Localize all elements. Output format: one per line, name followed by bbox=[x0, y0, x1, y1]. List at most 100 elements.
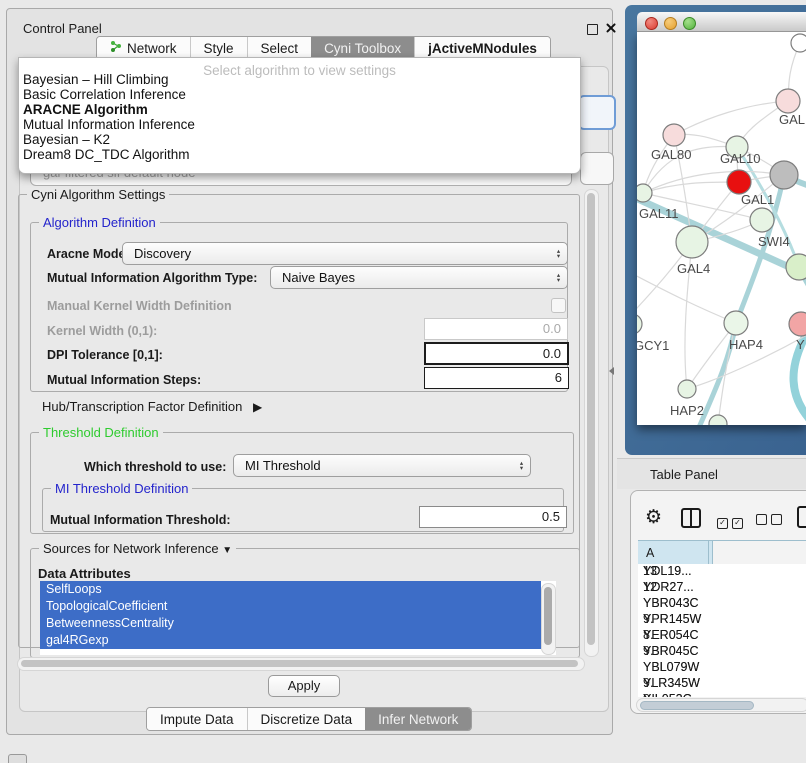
table-row[interactable]: YDR27...YDR27...12 bbox=[638, 580, 806, 596]
table-cell: YBR043C bbox=[643, 596, 707, 610]
checked-boxes-icon[interactable]: ✓✓ bbox=[717, 512, 743, 530]
zoom-traffic-light-icon[interactable] bbox=[683, 17, 696, 30]
table-row[interactable]: YIL052CYIL052C0. bbox=[638, 692, 806, 697]
which-threshold-select[interactable]: MI Threshold ▴▾ bbox=[233, 454, 531, 477]
table-panel-bar: Table Panel bbox=[617, 458, 806, 489]
settings-hscrollbar-thumb[interactable] bbox=[21, 660, 578, 667]
float-window-icon[interactable] bbox=[587, 24, 598, 35]
network-window-titlebar[interactable] bbox=[637, 12, 806, 32]
tab-select[interactable]: Select bbox=[247, 37, 312, 59]
network-node-hap2[interactable] bbox=[678, 380, 696, 398]
tab-cyni-toolbox[interactable]: Cyni Toolbox bbox=[311, 37, 414, 59]
unchecked-boxes-icon[interactable] bbox=[756, 512, 782, 530]
data-attribute-selfloops[interactable]: SelfLoops bbox=[40, 581, 541, 598]
hub-definition-label: Hub/Transcription Factor Definition bbox=[42, 399, 242, 414]
splitter-collapse-icon[interactable] bbox=[609, 367, 614, 375]
partial-combobox[interactable] bbox=[580, 152, 614, 185]
algorithm-option-bayesian-k2[interactable]: Bayesian – K2 bbox=[22, 132, 573, 147]
mi-steps-field[interactable]: 6 bbox=[424, 367, 569, 389]
network-canvas[interactable]: GALGAL80GAL10GAL1GAL11GAL4SWI4GCY1HAP4YH… bbox=[637, 32, 806, 425]
network-node-hap4[interactable] bbox=[724, 311, 748, 335]
network-node-y[interactable] bbox=[789, 312, 806, 336]
tab-discretize-data[interactable]: Discretize Data bbox=[247, 708, 366, 730]
aracne-mode-select[interactable]: Discovery ▴▾ bbox=[122, 242, 568, 265]
minimize-traffic-light-icon[interactable] bbox=[664, 17, 677, 30]
table-row[interactable]: YPR145WYPR145W9. bbox=[638, 612, 806, 628]
network-node-gal1[interactable] bbox=[750, 208, 774, 232]
network-node[interactable] bbox=[709, 415, 727, 425]
column-header-a[interactable]: A bbox=[638, 541, 709, 564]
tab-network[interactable]: Network bbox=[97, 37, 190, 59]
algorithm-option-aracne-algorithm[interactable]: ARACNE Algorithm bbox=[22, 102, 573, 117]
tab-jactivemnodules[interactable]: jActiveMNodules bbox=[414, 37, 550, 59]
algorithm-option-dream8-dc-tdc-algorithm[interactable]: Dream8 DC_TDC Algorithm bbox=[22, 147, 573, 162]
tab-impute-data[interactable]: Impute Data bbox=[147, 708, 247, 730]
node-label: GAL11 bbox=[639, 206, 679, 221]
table-hscrollbar-thumb[interactable] bbox=[640, 701, 754, 710]
algorithm-option-bayesian-hill-climbing[interactable]: Bayesian – Hill Climbing bbox=[22, 72, 573, 87]
data-attribute-topologicalcoefficient[interactable]: TopologicalCoefficient bbox=[40, 598, 541, 615]
table-panel-window: ⚙ ✓✓ shared...nameA YDL19...YDL19...13YD… bbox=[630, 490, 806, 714]
tab-network-label: Network bbox=[127, 41, 177, 56]
table-row[interactable]: YER054CYER054C8. bbox=[638, 628, 806, 644]
algorithm-option-mutual-information-inference[interactable]: Mutual Information Inference bbox=[22, 117, 573, 132]
node-label: SWI4 bbox=[758, 234, 790, 249]
network-node-swi4[interactable] bbox=[786, 254, 806, 280]
sources-group-title: Sources for Network Inference ▼ bbox=[39, 541, 236, 556]
manual-kernel-checkbox[interactable] bbox=[551, 298, 566, 313]
table-row[interactable]: YDL19...YDL19...13 bbox=[638, 564, 806, 580]
node-label: GAL1 bbox=[741, 192, 774, 207]
chevron-updown-icon: ▴▾ bbox=[550, 273, 567, 283]
data-attributes-list[interactable]: SelfLoopsTopologicalCoefficientBetweenne… bbox=[40, 581, 556, 655]
partial-combobox-focused[interactable] bbox=[578, 95, 616, 130]
apply-button[interactable]: Apply bbox=[268, 675, 340, 697]
network-node-gcy1[interactable] bbox=[637, 314, 642, 334]
close-traffic-light-icon[interactable] bbox=[645, 17, 658, 30]
network-node-gal80[interactable] bbox=[663, 124, 685, 146]
aracne-mode-label: Aracne Mode: bbox=[47, 247, 130, 261]
columns-icon[interactable] bbox=[681, 508, 701, 528]
algorithm-option-basic-correlation-inference[interactable]: Basic Correlation Inference bbox=[22, 87, 573, 102]
data-attribute-gal4rgexp[interactable]: gal4RGexp bbox=[40, 632, 541, 649]
mi-type-select[interactable]: Naive Bayes ▴▾ bbox=[270, 266, 568, 289]
node-label: HAP4 bbox=[729, 337, 763, 352]
collapse-down-icon[interactable]: ▼ bbox=[222, 545, 232, 556]
network-node-gal[interactable] bbox=[776, 89, 800, 113]
table-row[interactable]: YBR043CYBR043C bbox=[638, 596, 806, 612]
table-header: shared...nameA bbox=[638, 540, 806, 565]
algorithm-definition-title: Algorithm Definition bbox=[39, 215, 160, 230]
expand-right-icon[interactable]: ▶ bbox=[253, 400, 262, 414]
gear-icon[interactable]: ⚙ bbox=[645, 508, 662, 527]
tab-infer-network[interactable]: Infer Network bbox=[365, 708, 471, 730]
network-node-gal11[interactable] bbox=[637, 184, 652, 202]
which-threshold-value: MI Threshold bbox=[234, 458, 513, 473]
network-node[interactable] bbox=[791, 34, 806, 52]
tab-style[interactable]: Style bbox=[190, 37, 247, 59]
aracne-mode-value: Discovery bbox=[123, 246, 550, 261]
control-panel-title: Control Panel bbox=[23, 21, 102, 36]
mi-threshold-group-title: MI Threshold Definition bbox=[51, 481, 192, 496]
table-file-icon[interactable] bbox=[797, 506, 806, 528]
sources-title-text: Sources for Network Inference bbox=[43, 541, 219, 556]
settings-vscrollbar[interactable] bbox=[584, 189, 599, 657]
data-attribute-betweennesscentrality[interactable]: BetweennessCentrality bbox=[40, 615, 541, 632]
close-icon[interactable] bbox=[605, 22, 616, 33]
network-node[interactable] bbox=[770, 161, 798, 189]
settings-hscrollbar[interactable] bbox=[17, 657, 585, 671]
settings-vscrollbar-thumb[interactable] bbox=[587, 193, 595, 645]
dpi-tolerance-field[interactable]: 0.0 bbox=[424, 342, 569, 365]
kernel-width-field[interactable]: 0.0 bbox=[424, 318, 568, 340]
network-node[interactable] bbox=[727, 170, 751, 194]
table-row[interactable]: YLR345WYLR345W9. bbox=[638, 676, 806, 692]
network-node-gal4[interactable] bbox=[676, 226, 708, 258]
table-row[interactable]: YBR045CYBR045C9. bbox=[638, 644, 806, 660]
table-row[interactable]: YBL079WYBL079W bbox=[638, 660, 806, 676]
tab-infer-network-label: Infer Network bbox=[378, 712, 458, 727]
mi-threshold-field[interactable]: 0.5 bbox=[419, 506, 567, 528]
node-label: GAL4 bbox=[677, 261, 710, 276]
attributes-scrollbar[interactable] bbox=[541, 583, 556, 655]
table-hscrollbar[interactable] bbox=[636, 698, 806, 712]
kernel-width-label: Kernel Width (0,1): bbox=[47, 324, 157, 338]
attributes-scrollbar-thumb[interactable] bbox=[544, 587, 552, 645]
hub-definition-toggle[interactable]: Hub/Transcription Factor Definition ▶ bbox=[42, 399, 262, 414]
